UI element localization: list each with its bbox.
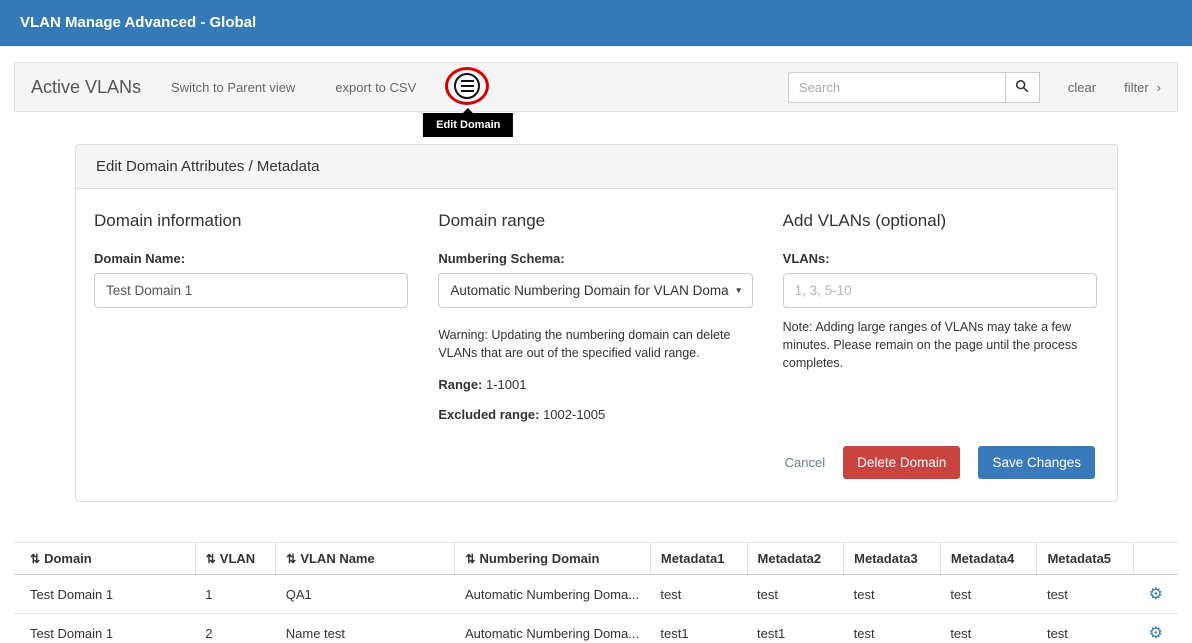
cell-metadata2: test (747, 575, 844, 614)
edit-domain-panel: Edit Domain Attributes / Metadata Domain… (75, 144, 1118, 502)
toolbar: Active VLANs Switch to Parent view expor… (14, 62, 1178, 112)
cell-metadata2: test1 (747, 614, 844, 643)
numbering-schema-select[interactable]: Automatic Numbering Domain for VLAN Doma… (438, 273, 752, 308)
column-header-metadata1: Metadata1 (650, 543, 747, 575)
column-header-metadata4: Metadata4 (940, 543, 1037, 575)
cell-metadata4: test (940, 614, 1037, 643)
delete-domain-button[interactable]: Delete Domain (843, 446, 960, 479)
filter-link[interactable]: filter (1124, 80, 1149, 95)
column-header-actions (1134, 543, 1178, 575)
switch-parent-view-link[interactable]: Switch to Parent view (171, 80, 295, 95)
search-icon (1015, 79, 1029, 96)
cell-domain: Test Domain 1 (14, 614, 195, 643)
cell-metadata5: test (1037, 575, 1134, 614)
range-line: Range: 1-1001 (438, 377, 752, 392)
column-label: Metadata1 (661, 551, 725, 566)
row-settings-gear-icon[interactable]: ⚙ (1149, 586, 1163, 603)
cell-vlan-name: Name test (276, 614, 455, 643)
range-warning-text: Warning: Updating the numbering domain c… (438, 326, 752, 362)
panel-actions: Cancel Delete Domain Save Changes (76, 446, 1117, 501)
vlans-label: VLANs: (783, 251, 1097, 266)
edit-domain-menu: Edit Domain (454, 73, 482, 101)
sort-icon: ⇅ (30, 552, 40, 566)
sort-icon: ⇅ (206, 552, 216, 566)
column-header-vlan[interactable]: ⇅ VLAN (195, 543, 276, 575)
domain-name-label: Domain Name: (94, 251, 408, 266)
domain-information-heading: Domain information (94, 211, 408, 231)
column-header-domain[interactable]: ⇅ Domain (14, 543, 195, 575)
excluded-range-label: Excluded range: (438, 407, 539, 422)
column-header-metadata3: Metadata3 (844, 543, 941, 575)
search-input[interactable] (788, 72, 1006, 103)
table-row: Test Domain 1 2 Name test Automatic Numb… (14, 614, 1178, 643)
filter-label: filter (1124, 80, 1149, 95)
export-csv-link[interactable]: export to CSV (335, 80, 416, 95)
vlans-input[interactable] (783, 273, 1097, 308)
column-label: VLAN Name (300, 551, 374, 566)
search-group (788, 72, 1040, 103)
vlans-note-text: Note: Adding large ranges of VLANs may t… (783, 318, 1097, 372)
chevron-down-icon: ▼ (735, 286, 743, 295)
cell-vlan: 2 (195, 614, 276, 643)
numbering-schema-label: Numbering Schema: (438, 251, 752, 266)
column-label: Metadata4 (951, 551, 1015, 566)
table-header-row: ⇅ Domain ⇅ VLAN ⇅ VLAN Name ⇅ Numbering Doma… (14, 543, 1178, 575)
cell-metadata3: test (844, 614, 941, 643)
excluded-range-value: 1002-1005 (539, 407, 605, 422)
cell-metadata5: test (1037, 614, 1134, 643)
range-value: 1-1001 (482, 377, 526, 392)
cell-vlan-name: QA1 (276, 575, 455, 614)
vlan-table: ⇅ Domain ⇅ VLAN ⇅ VLAN Name ⇅ Numbering Doma… (14, 542, 1178, 643)
table-row: Test Domain 1 1 QA1 Automatic Numbering … (14, 575, 1178, 614)
app-header: VLAN Manage Advanced - Global (0, 0, 1192, 46)
column-label: Metadata3 (854, 551, 918, 566)
column-header-metadata2: Metadata2 (747, 543, 844, 575)
column-label: Metadata2 (758, 551, 822, 566)
domain-range-section: Domain range Numbering Schema: Automatic… (438, 205, 752, 422)
active-vlans-heading: Active VLANs (31, 77, 141, 98)
search-button[interactable] (1006, 72, 1040, 103)
page-title: VLAN Manage Advanced - Global (20, 14, 256, 31)
sort-icon: ⇅ (465, 552, 475, 566)
cell-numbering-domain: Automatic Numbering Doma... (455, 575, 650, 614)
add-vlans-heading: Add VLANs (optional) (783, 211, 1097, 231)
cell-domain: Test Domain 1 (14, 575, 195, 614)
excluded-range-line: Excluded range: 1002-1005 (438, 407, 752, 422)
column-header-vlan-name[interactable]: ⇅ VLAN Name (276, 543, 455, 575)
panel-title: Edit Domain Attributes / Metadata (76, 145, 1117, 189)
save-changes-button[interactable]: Save Changes (978, 446, 1095, 479)
range-label: Range: (438, 377, 482, 392)
clear-link[interactable]: clear (1068, 80, 1096, 95)
domain-name-input[interactable] (94, 273, 408, 308)
cell-vlan: 1 (195, 575, 276, 614)
cell-metadata3: test (844, 575, 941, 614)
cancel-button[interactable]: Cancel (785, 455, 825, 470)
column-label: Numbering Domain (480, 551, 600, 566)
domain-range-heading: Domain range (438, 211, 752, 231)
column-label: Domain (44, 551, 92, 566)
edit-domain-tooltip: Edit Domain (423, 113, 513, 137)
domain-information-section: Domain information Domain Name: (94, 205, 408, 422)
column-header-metadata5: Metadata5 (1037, 543, 1134, 575)
row-settings-gear-icon[interactable]: ⚙ (1149, 625, 1163, 642)
column-label: VLAN (220, 551, 255, 566)
cell-metadata4: test (940, 575, 1037, 614)
sort-icon: ⇅ (286, 552, 296, 566)
cell-metadata1: test1 (650, 614, 747, 643)
hamburger-menu-icon[interactable] (454, 73, 480, 99)
chevron-right-icon: › (1157, 80, 1161, 95)
cell-metadata1: test (650, 575, 747, 614)
column-header-numbering-domain[interactable]: ⇅ Numbering Domain (455, 543, 650, 575)
add-vlans-section: Add VLANs (optional) VLANs: Note: Adding… (783, 205, 1097, 422)
cell-numbering-domain: Automatic Numbering Doma... (455, 614, 650, 643)
column-label: Metadata5 (1047, 551, 1111, 566)
numbering-schema-value: Automatic Numbering Domain for VLAN Doma (450, 283, 730, 298)
